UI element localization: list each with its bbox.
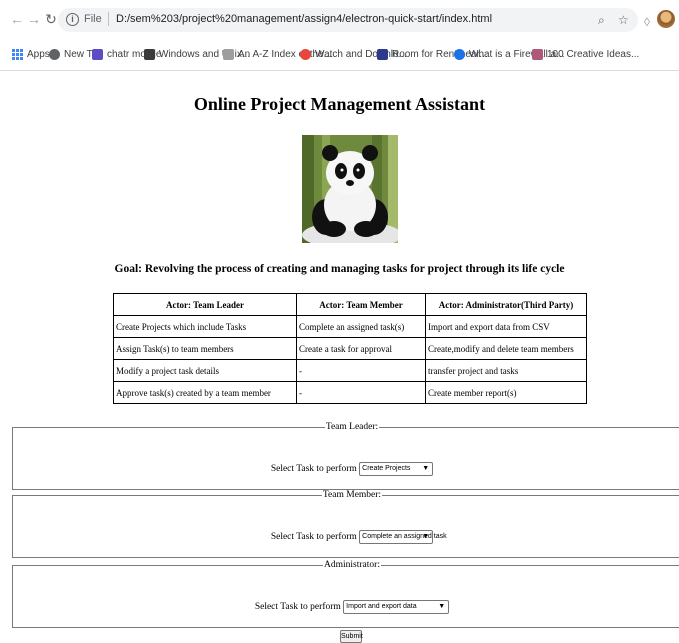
actors-table: Actor: Team Leader Actor: Team Member Ac… bbox=[113, 293, 587, 404]
task-prompt: Select Task to perform bbox=[270, 464, 357, 475]
chatr-icon bbox=[92, 49, 103, 60]
team-member-fieldset: Team Member: Select Task to perform Comp… bbox=[12, 490, 679, 558]
star-icon[interactable]: ☆ bbox=[618, 13, 629, 27]
header-administrator: Actor: Administrator(Third Party) bbox=[425, 293, 587, 316]
administrator-fieldset: Administrator: Select Task to perform Im… bbox=[12, 560, 679, 628]
team-leader-row: Select Task to perform Create Projects ▼ bbox=[13, 462, 679, 476]
administrator-legend: Administrator: bbox=[324, 560, 380, 570]
table-cell: Create member report(s) bbox=[425, 381, 587, 404]
profile-avatar[interactable] bbox=[657, 10, 675, 28]
dropdown-arrow-icon: ▼ bbox=[438, 603, 446, 610]
url-divider bbox=[108, 12, 109, 26]
table-cell: Assign Task(s) to team members bbox=[113, 337, 297, 360]
table-header-row: Actor: Team Leader Actor: Team Member Ac… bbox=[113, 293, 587, 316]
shield-icon bbox=[454, 49, 465, 60]
globe-icon bbox=[49, 49, 60, 60]
table-row: Approve task(s) created by a team member… bbox=[113, 381, 587, 404]
panda-image bbox=[302, 135, 398, 243]
bookmark-creative-ideas[interactable]: 100 Creative Ideas... bbox=[532, 49, 639, 60]
goal-statement: Goal: Revolving the process of creating … bbox=[114, 263, 565, 275]
page-title: Online Project Management Assistant bbox=[193, 94, 486, 114]
extension-icon[interactable]: ◊ bbox=[644, 15, 650, 29]
team-leader-legend: Team Leader: bbox=[325, 422, 379, 432]
info-icon[interactable]: i bbox=[66, 13, 79, 26]
zoom-icon[interactable]: ⌕ bbox=[598, 13, 605, 28]
table-cell: Import and export data from CSV bbox=[425, 315, 587, 338]
table-row: Modify a project task details - transfer… bbox=[113, 359, 587, 382]
team-leader-fieldset: Team Leader: Select Task to perform Crea… bbox=[12, 422, 679, 490]
address-bar[interactable]: i File D:/sem%203/project%20management/a… bbox=[58, 8, 638, 32]
select-value: Complete an assigned task bbox=[362, 533, 447, 540]
task-prompt: Select Task to perform bbox=[254, 602, 341, 613]
apps-grid-icon bbox=[12, 49, 23, 60]
table-cell: Complete an assigned task(s) bbox=[296, 315, 426, 338]
team-member-row: Select Task to perform Complete an assig… bbox=[13, 530, 679, 544]
dropdown-arrow-icon: ▼ bbox=[422, 465, 430, 472]
url-text[interactable]: D:/sem%203/project%20management/assign4/… bbox=[116, 13, 492, 25]
table-cell: Approve task(s) created by a team member bbox=[113, 381, 297, 404]
back-icon[interactable]: ← bbox=[10, 12, 24, 26]
bookmarks-bar: Apps New Tab chatr mobile Windows and Un… bbox=[0, 44, 679, 66]
header-team-leader: Actor: Team Leader bbox=[113, 293, 297, 316]
site-icon bbox=[144, 49, 155, 60]
browser-chrome: ← → ↻ i File D:/sem%203/project%20manage… bbox=[0, 0, 679, 71]
team-member-legend: Team Member: bbox=[322, 490, 382, 500]
page-icon bbox=[223, 49, 234, 60]
table-cell: Create Projects which include Tasks bbox=[113, 315, 297, 338]
table-row: Assign Task(s) to team members Create a … bbox=[113, 337, 587, 360]
table-row: Create Projects which include Tasks Comp… bbox=[113, 315, 587, 338]
k-icon bbox=[377, 49, 388, 60]
table-cell: Modify a project task details bbox=[113, 359, 297, 382]
url-scheme: File bbox=[84, 13, 102, 25]
reload-icon[interactable]: ↻ bbox=[44, 12, 58, 26]
submit-button[interactable]: Submit bbox=[340, 630, 363, 643]
idea-icon bbox=[532, 49, 543, 60]
video-icon bbox=[300, 49, 311, 60]
team-leader-task-select[interactable]: Create Projects ▼ bbox=[359, 462, 434, 476]
select-value: Import and export data bbox=[346, 603, 417, 610]
administrator-task-select[interactable]: Import and export data ▼ bbox=[343, 600, 450, 614]
task-prompt: Select Task to perform bbox=[270, 532, 357, 543]
bookmark-label: 100 Creative Ideas... bbox=[547, 49, 640, 60]
header-team-member: Actor: Team Member bbox=[296, 293, 426, 316]
table-cell: - bbox=[296, 381, 426, 404]
administrator-row: Select Task to perform Import and export… bbox=[13, 600, 679, 614]
table-cell: Create,modify and delete team members bbox=[425, 337, 587, 360]
browser-toolbar: ← → ↻ i File D:/sem%203/project%20manage… bbox=[0, 6, 679, 36]
table-cell: Create a task for approval bbox=[296, 337, 426, 360]
dropdown-arrow-icon: ▼ bbox=[422, 533, 430, 540]
team-member-task-select[interactable]: Complete an assigned task ▼ bbox=[359, 530, 447, 544]
table-cell: transfer project and tasks bbox=[425, 359, 587, 382]
bookmark-label: Apps bbox=[27, 49, 50, 60]
forward-icon[interactable]: → bbox=[27, 12, 41, 26]
table-cell: - bbox=[296, 359, 426, 382]
bookmark-apps[interactable]: Apps bbox=[12, 49, 50, 60]
select-value: Create Projects bbox=[362, 465, 411, 472]
